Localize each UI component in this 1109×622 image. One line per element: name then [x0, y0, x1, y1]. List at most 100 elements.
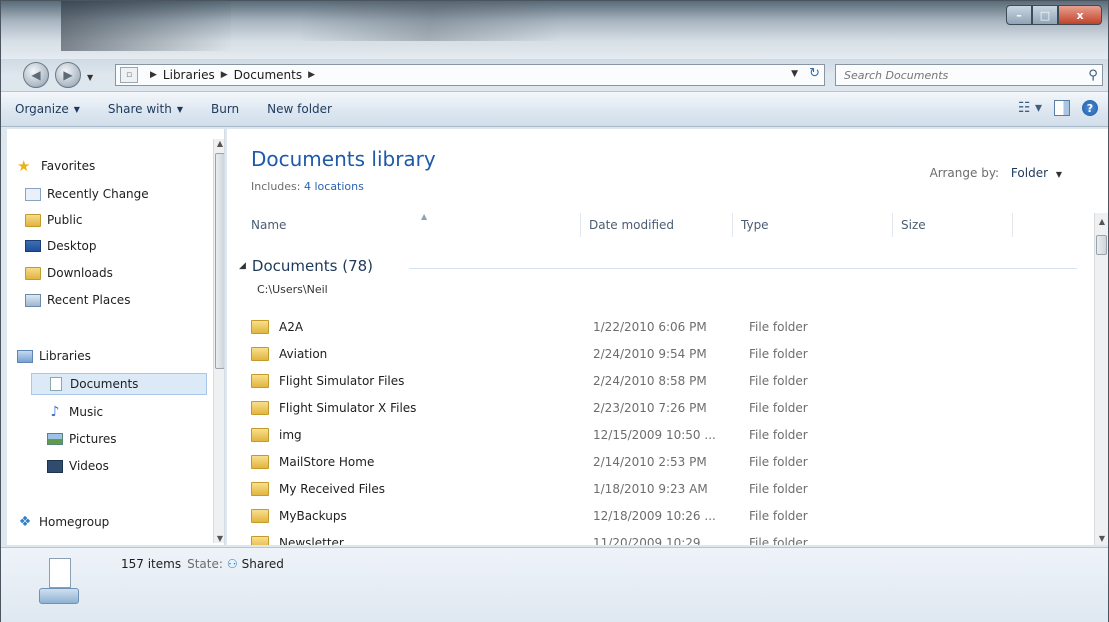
file-date: 2/24/2010 9:54 PM [593, 346, 707, 361]
star-icon: ★ [17, 157, 31, 175]
address-bar[interactable]: ▫ ▶ Libraries ▶ Documents ▶ ▼ ↻ [115, 64, 825, 86]
nav-item-recent-places[interactable]: Recent Places [25, 289, 130, 311]
nav-item-label: Recent Places [47, 293, 131, 307]
downloads-folder-icon [25, 266, 41, 280]
views-icon[interactable]: ☷ ▾ [1018, 100, 1042, 116]
column-header-date[interactable]: Date modified [581, 213, 733, 237]
scroll-down-icon[interactable]: ▼ [215, 534, 224, 543]
recent-pages-dropdown[interactable]: ▼ [87, 73, 93, 82]
nav-homegroup[interactable]: ❖ Homegroup [17, 511, 110, 533]
file-type: File folder [749, 427, 808, 442]
table-row[interactable]: A2A 1/22/2010 6:06 PM File folder [251, 313, 1075, 340]
maximize-button[interactable]: □ [1032, 5, 1058, 25]
search-input[interactable] [836, 66, 1084, 84]
nav-item-public[interactable]: Public [25, 209, 83, 231]
library-large-icon [39, 558, 79, 606]
column-header-type[interactable]: Type [733, 213, 893, 237]
folder-icon [251, 427, 269, 442]
back-button[interactable]: ◀ [23, 62, 49, 88]
nav-favorites[interactable]: ★ Favorites [17, 155, 95, 177]
help-icon[interactable]: ? [1082, 100, 1098, 116]
table-row[interactable]: Newsletter 11/20/2009 10:29 File folder [251, 529, 1075, 545]
group-header[interactable]: ◢ Documents (78) [239, 257, 373, 275]
nav-item-label: Public [47, 213, 83, 227]
breadcrumb-documents[interactable]: Documents [234, 68, 302, 82]
file-date: 2/23/2010 7:26 PM [593, 400, 707, 415]
nav-item-downloads[interactable]: Downloads [25, 262, 113, 284]
folder-icon [251, 373, 269, 388]
close-button[interactable]: x [1058, 5, 1102, 25]
homegroup-icon: ❖ [18, 514, 32, 530]
scroll-up-icon[interactable]: ▲ [1097, 217, 1107, 226]
group-divider [409, 268, 1077, 269]
file-name: img [279, 427, 302, 442]
nav-item-label: Desktop [47, 239, 97, 253]
address-dropdown-icon[interactable]: ▼ [791, 69, 798, 79]
scroll-up-icon[interactable]: ▲ [215, 139, 224, 148]
library-icon: ▫ [120, 67, 138, 83]
pictures-icon [47, 433, 63, 445]
nav-scrollbar[interactable]: ▲ ▼ [213, 139, 224, 543]
table-row[interactable]: Flight Simulator Files 2/24/2010 8:58 PM… [251, 367, 1075, 394]
file-type: File folder [749, 508, 808, 523]
share-with-menu[interactable]: Share with ▼ [94, 102, 197, 116]
forward-button[interactable]: ▶ [55, 62, 81, 88]
table-row[interactable]: Flight Simulator X Files 2/23/2010 7:26 … [251, 394, 1075, 421]
nav-libraries-label: Libraries [39, 349, 91, 363]
file-name: Flight Simulator X Files [279, 400, 417, 415]
nav-item-label: Recently Change [47, 187, 149, 201]
collapse-triangle-icon[interactable]: ◢ [239, 261, 246, 271]
nav-libraries[interactable]: Libraries [17, 345, 91, 367]
includes-locations-link[interactable]: 4 locations [304, 180, 364, 193]
minimize-button[interactable]: – [1006, 5, 1032, 25]
file-date: 2/14/2010 2:53 PM [593, 454, 707, 469]
file-list-scroll-thumb[interactable] [1096, 235, 1107, 255]
new-folder-button[interactable]: New folder [253, 102, 346, 116]
file-date: 11/20/2009 10:29 [593, 535, 701, 546]
file-name: MailStore Home [279, 454, 375, 469]
nav-item-videos[interactable]: Videos [47, 455, 109, 477]
details-summary: 157 items State: ⚇ Shared [121, 557, 284, 571]
table-row[interactable]: Aviation 2/24/2010 9:54 PM File folder [251, 340, 1075, 367]
breadcrumb-libraries[interactable]: Libraries [163, 68, 215, 82]
file-list-scrollbar[interactable]: ▲ ▼ [1094, 213, 1108, 545]
chevron-down-icon: ▼ [176, 104, 183, 114]
chevron-down-icon[interactable]: ▼ [1056, 170, 1062, 179]
folder-icon [25, 213, 41, 227]
nav-item-pictures[interactable]: Pictures [47, 428, 117, 450]
refresh-icon[interactable]: ↻ [809, 66, 820, 81]
nav-item-music[interactable]: ♪ Music [47, 401, 104, 423]
library-includes: Includes: 4 locations [251, 180, 364, 193]
table-row[interactable]: My Received Files 1/18/2010 9:23 AM File… [251, 475, 1075, 502]
folder-icon [251, 454, 269, 469]
library-base-icon [39, 588, 79, 604]
search-icon[interactable]: ⚲ [1084, 68, 1102, 83]
file-date: 2/24/2010 8:58 PM [593, 373, 707, 388]
file-type: File folder [749, 346, 808, 361]
burn-button[interactable]: Burn [197, 102, 253, 116]
organize-menu[interactable]: Organize ▼ [1, 102, 94, 116]
file-type: File folder [749, 454, 808, 469]
nav-item-documents[interactable]: Documents [31, 373, 207, 395]
nav-item-desktop[interactable]: Desktop [25, 235, 97, 257]
preview-pane-icon[interactable] [1054, 100, 1070, 116]
table-row[interactable]: MailStore Home 2/14/2010 2:53 PM File fo… [251, 448, 1075, 475]
nav-homegroup-label: Homegroup [39, 515, 110, 529]
table-row[interactable]: img 12/15/2009 10:50 ... File folder [251, 421, 1075, 448]
nav-scroll-thumb[interactable] [215, 153, 224, 369]
file-date: 12/15/2009 10:50 ... [593, 427, 716, 442]
search-box[interactable]: ⚲ [835, 64, 1103, 86]
folder-icon [251, 346, 269, 361]
document-page-icon [49, 558, 71, 588]
table-row[interactable]: MyBackups 12/18/2009 10:26 ... File fold… [251, 502, 1075, 529]
item-count: 157 items [121, 557, 182, 571]
breadcrumb: ▶ Libraries ▶ Documents ▶ [144, 68, 321, 82]
column-header-name[interactable]: Name ▲ [243, 212, 581, 237]
nav-item-label: Music [69, 405, 104, 419]
column-header-size[interactable]: Size [893, 213, 1013, 237]
nav-item-recently-changed[interactable]: Recently Change [25, 183, 149, 205]
scroll-down-icon[interactable]: ▼ [1097, 534, 1107, 543]
breadcrumb-separator-icon[interactable]: ▶ [308, 70, 315, 80]
nav-item-label: Documents [70, 377, 139, 391]
arrange-by-dropdown[interactable]: Folder [1011, 166, 1048, 180]
